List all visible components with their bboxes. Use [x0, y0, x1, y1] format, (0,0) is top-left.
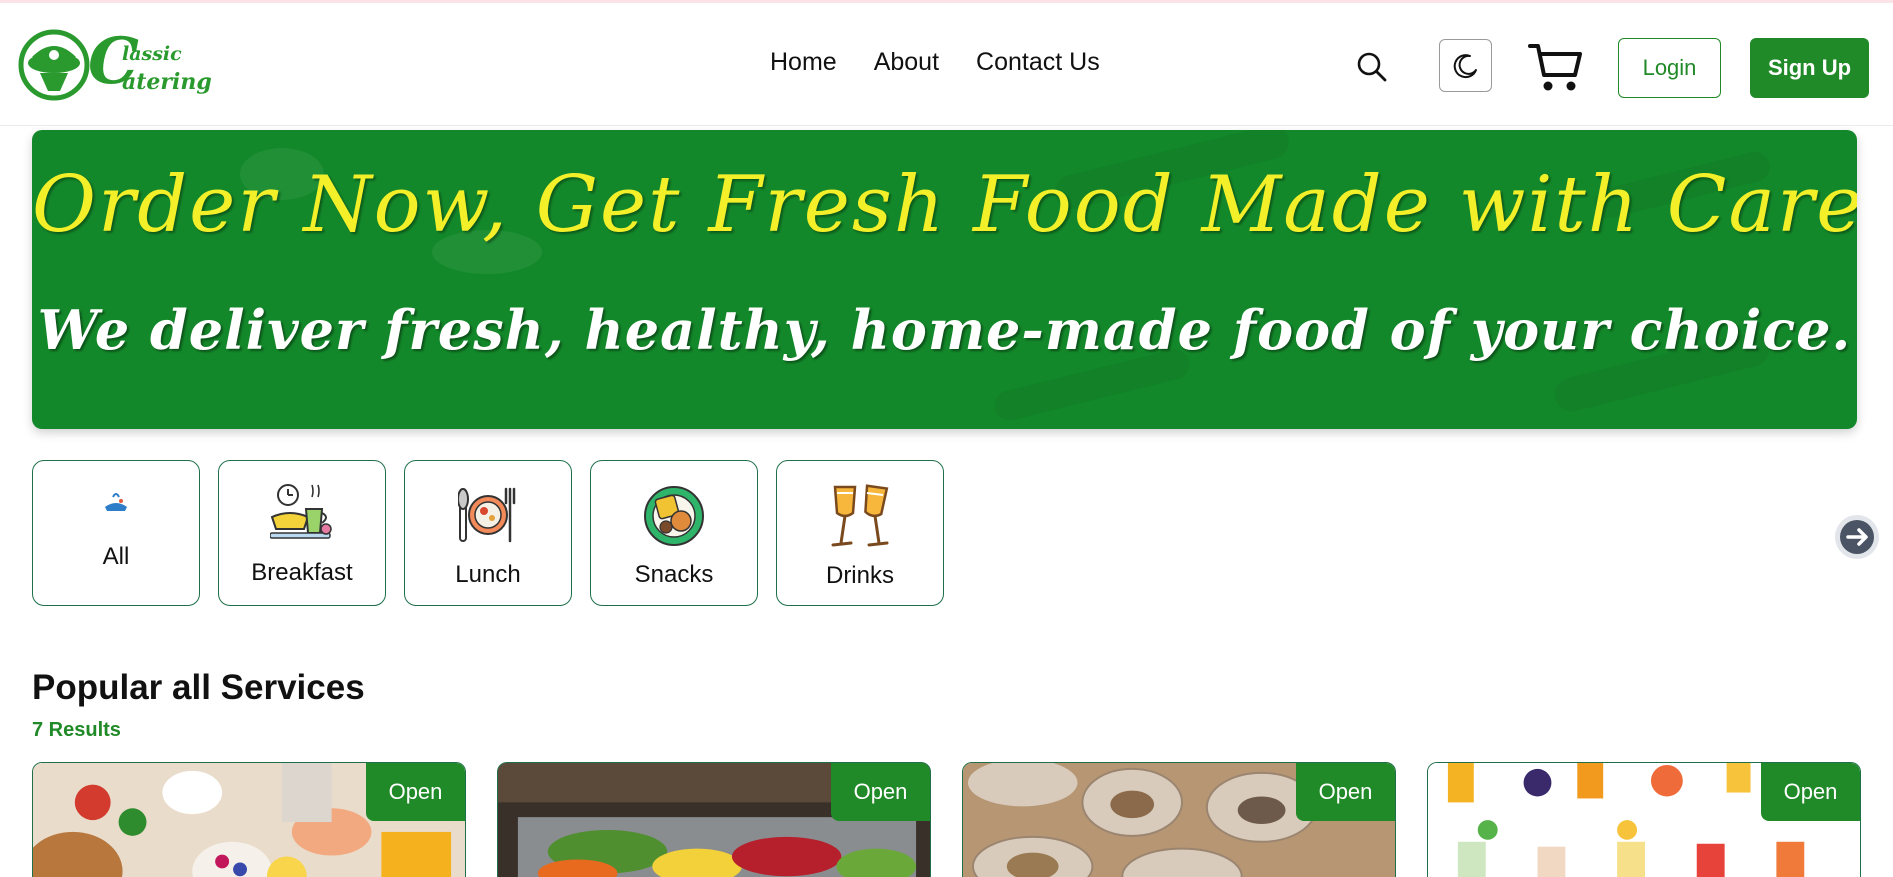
status-badge: Open: [831, 763, 930, 821]
breakfast-icon: [270, 484, 332, 539]
status-badge: Open: [1761, 763, 1860, 821]
cart-icon[interactable]: [1527, 41, 1583, 95]
main-nav: Home About Contact Us: [770, 48, 1137, 77]
banner-subheadline: We deliver fresh, healthy, home-made foo…: [37, 298, 1852, 362]
service-card[interactable]: Open: [32, 762, 466, 877]
nav-about[interactable]: About: [874, 48, 939, 77]
nav-home[interactable]: Home: [770, 48, 837, 77]
lunch-plate-icon: [458, 487, 516, 543]
all-food-icon: [105, 493, 127, 511]
logo-word-2: atering: [122, 69, 212, 95]
category-label: Snacks: [634, 561, 714, 588]
category-label: Lunch: [455, 561, 521, 588]
status-badge: Open: [1296, 763, 1395, 821]
snacks-icon: [644, 486, 704, 546]
banner-headline: Order Now, Get Fresh Food Made with Care…: [32, 160, 1857, 250]
logo-word-1: lassic: [122, 43, 182, 65]
hero-banner: Order Now, Get Fresh Food Made with Care…: [32, 130, 1857, 429]
status-badge: Open: [366, 763, 465, 821]
service-card[interactable]: Open: [962, 762, 1396, 877]
signup-button[interactable]: Sign Up: [1750, 38, 1869, 98]
site-header: C lassic atering Home About Contact Us L…: [0, 3, 1893, 126]
results-count: 7 Results: [32, 719, 121, 741]
category-lunch[interactable]: Lunch: [404, 460, 572, 606]
category-list: All Breakfast Lunch Snacks Drinks: [32, 460, 944, 606]
theme-toggle-button[interactable]: [1439, 39, 1492, 92]
search-icon[interactable]: [1356, 51, 1388, 83]
arrow-right-circle-icon[interactable]: [1834, 514, 1880, 560]
service-card[interactable]: Open: [1427, 762, 1861, 877]
category-label: All: [102, 543, 130, 570]
nav-contact-us[interactable]: Contact Us: [976, 48, 1100, 77]
category-snacks[interactable]: Snacks: [590, 460, 758, 606]
drinks-glasses-icon: [831, 484, 889, 547]
service-card-list: Open Open Open Open: [32, 762, 1861, 877]
category-all[interactable]: All: [32, 460, 200, 606]
category-label: Breakfast: [251, 559, 353, 586]
service-card[interactable]: Open: [497, 762, 931, 877]
section-title: Popular all Services: [32, 668, 365, 707]
brand-logo[interactable]: C lassic atering: [18, 27, 212, 103]
moon-icon: [1453, 53, 1477, 78]
category-breakfast[interactable]: Breakfast: [218, 460, 386, 606]
category-drinks[interactable]: Drinks: [776, 460, 944, 606]
login-button[interactable]: Login: [1618, 38, 1721, 98]
category-label: Drinks: [825, 562, 894, 589]
